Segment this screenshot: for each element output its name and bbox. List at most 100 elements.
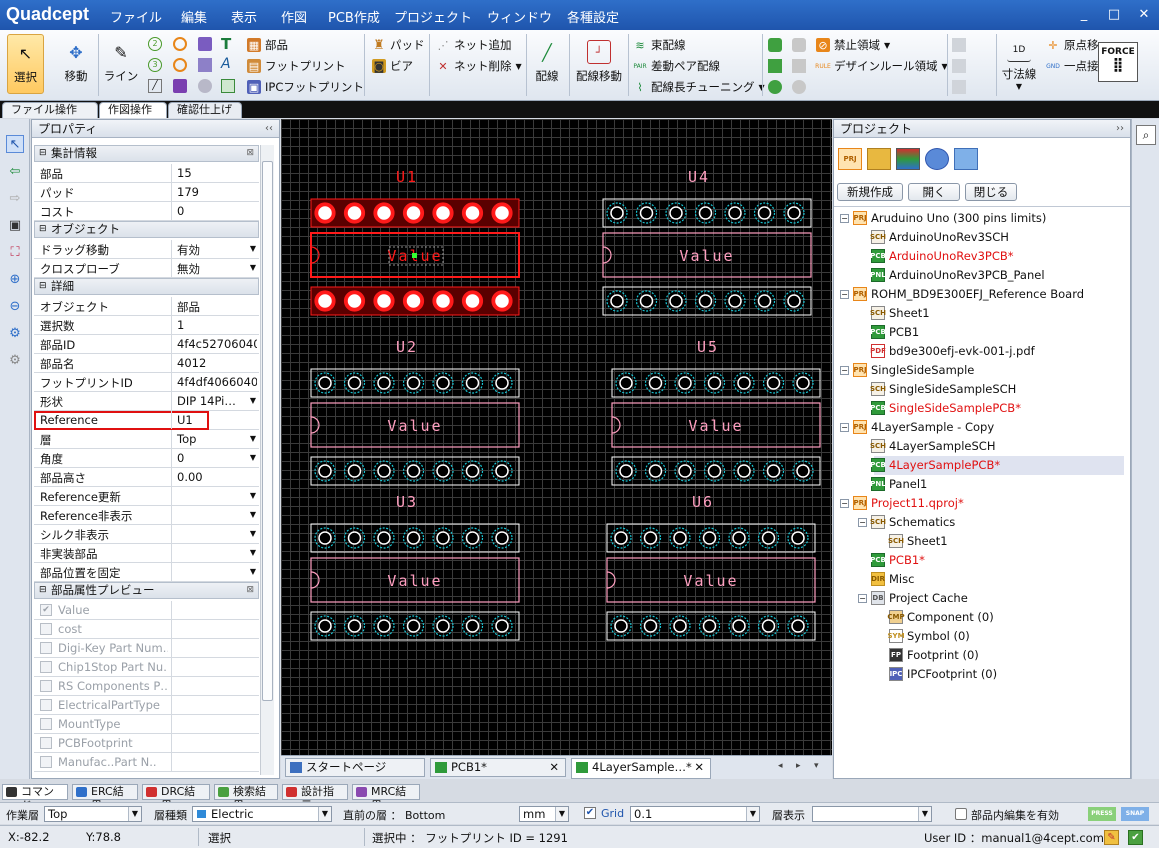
diff-pair-button[interactable]: PAIR 差動ペア配線 (633, 58, 720, 74)
property-value[interactable]: 0 (171, 202, 257, 220)
save-icon[interactable]: ▣ (6, 216, 24, 234)
attribute-row[interactable]: PCBFootprint (34, 734, 259, 753)
arrow-left-icon[interactable]: ⇦ (6, 162, 24, 180)
wiring-move-button[interactable]: ┘ 配線移動 (574, 40, 624, 84)
tree-node[interactable]: PCB 4LayerSamplePCB* (858, 456, 1000, 474)
collapse-toggle-icon[interactable]: ⊟ (39, 222, 47, 237)
tree-node[interactable]: SCH ArduinoUnoRev3SCH (858, 228, 1009, 246)
tree-node[interactable]: − PRJ Project11.qproj* (840, 494, 964, 512)
menu-edit[interactable]: 編集 (181, 7, 207, 26)
property-value[interactable]: 4012 (171, 354, 257, 372)
dropdown-arrow-icon[interactable]: ▼ (247, 432, 259, 446)
tree-node[interactable]: PCB PCB1* (858, 551, 925, 569)
tree-node[interactable]: PCB SingleSideSamplePCB* (858, 399, 1021, 417)
tree-toggle-icon[interactable]: − (840, 365, 849, 375)
property-value[interactable]: 0 (171, 449, 257, 467)
forbidden-area-button[interactable]: ⊘ 禁止領域 ▼ (816, 37, 890, 53)
property-value[interactable]: 無効 (171, 259, 257, 277)
tab-list-icon[interactable]: ▾ (814, 761, 819, 771)
attribute-checkbox[interactable] (40, 756, 52, 768)
collapse-icon[interactable]: ‹‹ (265, 120, 273, 138)
tree-node[interactable]: − SCH Schematics (858, 513, 955, 531)
property-row[interactable]: 形状 DIP 14Pi… ▼ (34, 392, 259, 411)
tab-search-results[interactable]: 検索結果 (214, 784, 278, 812)
component-value-label[interactable]: Value (679, 247, 734, 265)
component-reference-label[interactable]: U1 (396, 168, 418, 186)
property-row[interactable]: Reference非表示 ▼ (34, 506, 259, 525)
cutout-circle-icon[interactable] (792, 80, 806, 94)
tree-node[interactable]: SYM Symbol (0) (876, 627, 970, 645)
attribute-checkbox[interactable] (40, 642, 52, 654)
tree-toggle-icon[interactable]: − (840, 213, 849, 223)
edit-check-icon[interactable]: ✎ (1104, 830, 1119, 845)
grid-size-select[interactable]: 0.1 ▼ (630, 806, 760, 822)
menu-draw[interactable]: 作図 (281, 7, 307, 26)
tree-node[interactable]: CMP Component (0) (876, 608, 994, 626)
tree-node[interactable]: − DB Project Cache (858, 589, 968, 607)
text-icon[interactable]: T (221, 35, 231, 53)
settings-gear-icon[interactable]: ⚙ (6, 324, 24, 342)
tab-draw-ops[interactable]: 作図操作 (99, 102, 167, 118)
attribute-row[interactable]: ElectricalPartType (34, 696, 259, 715)
tab-command[interactable]: コマンド (2, 784, 68, 812)
tab-file-ops[interactable]: ファイル操作 (2, 102, 98, 118)
pin-icon[interactable]: ⊠ (246, 583, 254, 598)
property-row[interactable]: 部品名 4012 (34, 354, 259, 373)
property-row[interactable]: 部品位置を固定 ▼ (34, 563, 259, 582)
tree-node[interactable]: − PRJ Aruduino Uno (300 pins limits) (840, 209, 1046, 227)
arc-3pt-icon[interactable]: 3 (148, 58, 162, 72)
db-icon[interactable] (925, 148, 949, 170)
attribute-checkbox[interactable] (40, 680, 52, 692)
arrow-right-icon[interactable]: ⇨ (6, 189, 24, 207)
pcb-drawing[interactable]: U1ValueU4ValueU2ValueU5ValueU3ValueU6Val… (281, 119, 832, 755)
attribute-checkbox[interactable] (40, 623, 52, 635)
design-rule-area-button[interactable]: RULE デザインルール領域 ▼ (815, 58, 948, 74)
property-row[interactable]: 部品高さ 0.00 (34, 468, 259, 487)
tree-node[interactable]: − PRJ ROHM_BD9E300EFJ_Reference Board (840, 285, 1084, 303)
one-point-gnd-button[interactable]: GND 一点接 (1046, 58, 1098, 74)
dropdown-arrow-icon[interactable]: ▼ (247, 489, 259, 503)
dropdown-arrow-icon[interactable]: ▼ (247, 527, 259, 541)
net-add-button[interactable]: ⋰ ネット追加 (436, 37, 512, 53)
component-value-label[interactable]: Value (387, 572, 442, 590)
new-project-button[interactable]: 新規作成 (837, 183, 903, 201)
component-reference-label[interactable]: U5 (697, 338, 719, 356)
bundle-wiring-button[interactable]: ≋ 束配線 (633, 37, 685, 53)
component-reference-label[interactable]: U2 (396, 338, 418, 356)
gear-icon[interactable]: ⚙ (6, 351, 24, 369)
pin-icon[interactable]: ⊠ (246, 146, 254, 161)
pcb-canvas[interactable]: U1ValueU4ValueU2ValueU5ValueU3ValueU6Val… (281, 119, 832, 755)
circle-icon[interactable] (173, 37, 187, 51)
attribute-checkbox[interactable] (40, 737, 52, 749)
property-row[interactable]: 角度 0 ▼ (34, 449, 259, 468)
tab-erc[interactable]: ERC結果 (72, 784, 138, 812)
tree-node[interactable]: − PRJ 4LayerSample - Copy (840, 418, 994, 436)
cutout-rect-icon[interactable] (792, 59, 806, 73)
tree-node[interactable]: PNL ArduinoUnoRev3PCB_Panel (858, 266, 1045, 284)
part-button[interactable]: ▦ 部品 (247, 37, 288, 53)
dropdown-arrow-icon[interactable]: ▼ (247, 394, 259, 408)
property-row[interactable]: Reference U1 (34, 411, 259, 430)
component-value-label[interactable]: Value (688, 417, 743, 435)
fit-view-icon[interactable]: ⛶ (6, 243, 24, 261)
work-layer-select[interactable]: Top ▼ (44, 806, 142, 822)
section-header[interactable]: ⊟ 部品属性プレビュー ⊠ (34, 582, 259, 599)
close-tab-icon[interactable]: ✕ (549, 759, 559, 776)
collapse-toggle-icon[interactable]: ⊟ (39, 146, 47, 161)
zoom-in-icon[interactable]: ⊕ (6, 270, 24, 288)
attribute-row[interactable]: cost (34, 620, 259, 639)
attribute-checkbox[interactable]: ✔ (40, 604, 52, 616)
component-reference-label[interactable]: U4 (688, 168, 710, 186)
property-value[interactable]: 1 (171, 316, 257, 334)
footprint-button[interactable]: ▤ フットプリント (247, 58, 346, 74)
property-row[interactable]: 部品ID 4f4c527060409 (34, 335, 259, 354)
tree-node[interactable]: SCH Sheet1 (858, 304, 930, 322)
collapse-icon[interactable]: ›› (1116, 120, 1124, 138)
ipc-footprint-button[interactable]: ▣ IPCフットプリント (247, 79, 364, 95)
ellipse-icon[interactable] (198, 79, 212, 93)
copper-rect-icon[interactable] (768, 59, 782, 73)
property-value[interactable]: 179 (171, 183, 257, 201)
circle-3pt-icon[interactable] (173, 58, 187, 72)
tree-node[interactable]: SCH SingleSideSampleSCH (858, 380, 1016, 398)
project-view-icon[interactable]: PRJ (838, 148, 862, 170)
